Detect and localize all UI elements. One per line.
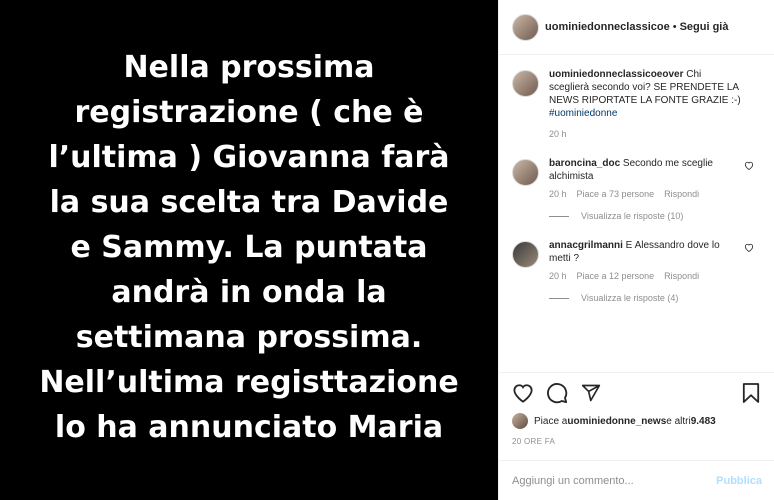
post-date[interactable]: 20 ORE FA xyxy=(512,437,762,446)
header-separator: • xyxy=(672,21,677,33)
post-header: uominiedonneclassicoe • Segui già xyxy=(499,0,774,55)
post-actions: Piace a uominiedonne_news e altri 9.483 … xyxy=(499,372,774,460)
view-replies-button[interactable]: Visualizza le risposte (4) xyxy=(549,293,762,303)
likes-prefix: Piace a xyxy=(534,415,568,427)
liker-avatar xyxy=(512,413,528,429)
caption-username[interactable]: uominiedonneclassicoeover xyxy=(549,69,684,80)
comment-avatar[interactable] xyxy=(512,241,539,268)
bookmark-icon[interactable] xyxy=(740,382,762,404)
comments-section[interactable]: uominiedonneclassicoeover Chi sceglierà … xyxy=(499,56,774,372)
post-sidebar: uominiedonneclassicoe • Segui già uomini… xyxy=(498,0,774,500)
share-icon[interactable] xyxy=(580,382,602,404)
liker-username[interactable]: uominiedonne_news xyxy=(567,416,666,427)
view-replies-button[interactable]: Visualizza le risposte (10) xyxy=(549,211,762,221)
author-username[interactable]: uominiedonneclassicoe xyxy=(545,21,670,33)
comment-likes[interactable]: Piace a 12 persone xyxy=(577,271,655,281)
add-comment-bar: Pubblica xyxy=(499,460,774,500)
comment-input[interactable] xyxy=(512,474,717,487)
action-icons-row xyxy=(512,381,762,405)
author-avatar[interactable] xyxy=(512,13,539,41)
comment-avatar[interactable] xyxy=(512,159,539,186)
reply-button[interactable]: Rispondi xyxy=(664,189,699,199)
post-image-text: Nella prossima registrazione ( che è l’u… xyxy=(39,49,459,445)
view-replies-label[interactable]: Visualizza le risposte (10) xyxy=(581,211,683,221)
comment-username[interactable]: annacgrilmanni xyxy=(549,240,623,251)
publish-button[interactable]: Pubblica xyxy=(716,475,762,487)
caption-avatar[interactable] xyxy=(512,70,539,97)
caption-time[interactable]: 20 h xyxy=(549,129,567,139)
comment-username[interactable]: baroncina_doc xyxy=(549,158,620,169)
post-image: Nella prossima registrazione ( che è l’u… xyxy=(0,0,498,500)
comment-time[interactable]: 20 h xyxy=(549,271,567,281)
reply-button[interactable]: Rispondi xyxy=(664,271,699,281)
replies-divider xyxy=(549,215,569,217)
likes-summary[interactable]: Piace a uominiedonne_news e altri 9.483 xyxy=(512,413,762,429)
small-heart-icon[interactable] xyxy=(744,243,754,254)
following-button[interactable]: Segui già xyxy=(680,21,729,33)
comment-icon[interactable] xyxy=(546,382,568,404)
caption-hashtag[interactable]: #uominiedonne xyxy=(549,108,617,119)
view-replies-label[interactable]: Visualizza le risposte (4) xyxy=(581,293,678,303)
caption: uominiedonneclassicoeover Chi sceglierà … xyxy=(512,68,762,139)
likes-middle: e altri xyxy=(666,415,691,427)
heart-icon[interactable] xyxy=(512,382,534,404)
comment-item: baroncina_doc Secondo me sceglie alchimi… xyxy=(512,157,762,199)
small-heart-icon[interactable] xyxy=(744,161,754,172)
comment-time[interactable]: 20 h xyxy=(549,189,567,199)
likes-count[interactable]: 9.483 xyxy=(691,416,716,427)
comment-item: annacgrilmanni E Alessandro dove lo mett… xyxy=(512,239,762,281)
replies-divider xyxy=(549,297,569,299)
comment-likes[interactable]: Piace a 73 persone xyxy=(577,189,655,199)
